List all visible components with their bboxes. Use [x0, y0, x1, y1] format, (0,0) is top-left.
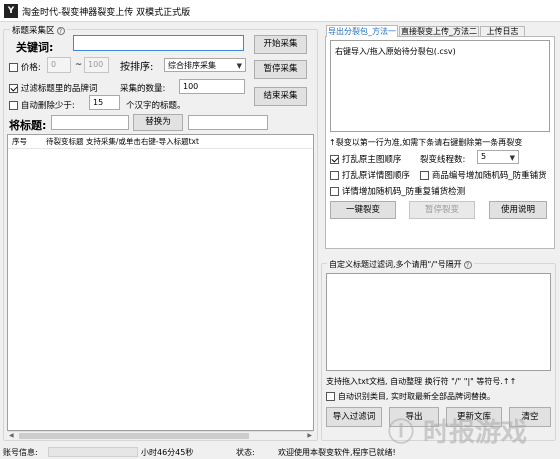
title-bar: Y 淘金时代-裂变神器裂变上传 双模式正式版	[0, 0, 560, 22]
account-info-label: 账号信息:	[3, 448, 38, 457]
item-code-random-option[interactable]: 商品编号增加随机码_防重铺货	[420, 169, 547, 181]
window-title: 淘金时代-裂变神器裂变上传 双模式正式版	[22, 8, 191, 18]
filter-words-group-title: 自定义标题过滤词,多个请用"/"号隔开	[329, 260, 462, 269]
col-title-header[interactable]: 待裂变标题 支持采集/或单击右键-导入标题txt	[46, 135, 199, 148]
auto-identify-label: 自动识别类目, 实时取最新全部品牌词替换。	[337, 392, 495, 401]
fission-count-value: 5	[481, 152, 487, 161]
filter-words-textarea[interactable]	[326, 273, 551, 371]
shuffle-main-images-label: 打乱原主图顺序	[341, 155, 402, 165]
fission-instruction: ↑裂变以第一行为准,如需下条请右键删除第一条再裂变	[329, 138, 523, 147]
price-max-input[interactable]: 100	[84, 57, 109, 73]
replace-from-input[interactable]	[51, 115, 129, 130]
csv-import-list[interactable]: 右键导入/拖入原始待分裂包(.csv)	[330, 40, 550, 132]
shuffle-main-images-option[interactable]: 打乱原主图顺序	[330, 153, 401, 165]
detail-random-code-option[interactable]: 详情增加随机码_防重复铺货检测	[330, 185, 465, 197]
detail-random-code-checkbox[interactable]	[330, 187, 339, 196]
price-checkbox[interactable]	[9, 63, 18, 72]
title-collect-group-legend: 标题采集区?	[10, 24, 67, 36]
import-filter-words-button[interactable]: 导入过滤词	[326, 407, 382, 427]
pause-collect-button[interactable]: 暂停采集	[254, 60, 307, 79]
price-separator: ~	[75, 60, 83, 70]
price-label: 价格:	[20, 63, 41, 73]
filter-brand-checkbox[interactable]	[9, 84, 18, 93]
col-index-header[interactable]: 序号	[12, 135, 27, 148]
pause-fission-button[interactable]: 暂停裂变	[409, 201, 475, 219]
sort-label: 按排序:	[120, 62, 154, 73]
title-list[interactable]: 序号 待裂变标题 支持采集/或单击右键-导入标题txt	[7, 134, 314, 431]
filter-brand-option[interactable]: 过滤标题里的品牌词	[9, 82, 97, 94]
auto-delete-input[interactable]: 15	[89, 95, 120, 110]
price-min-input[interactable]: 0	[47, 57, 71, 73]
start-collect-button[interactable]: 开始采集	[254, 35, 307, 54]
app-logo-icon: Y	[4, 4, 18, 18]
auto-delete-suffix: 个汉字的标题。	[126, 101, 186, 111]
fission-count-select[interactable]: 5 ▼	[477, 150, 519, 164]
title-list-header: 序号 待裂变标题 支持采集/或单击右键-导入标题txt	[8, 135, 313, 149]
item-code-random-checkbox[interactable]	[420, 171, 429, 180]
help-icon[interactable]: ?	[56, 26, 65, 35]
status-label: 状态:	[236, 448, 255, 457]
keyword-label: 关键词:	[16, 41, 54, 54]
item-code-random-label: 商品编号增加随机码_防重铺货	[431, 171, 547, 181]
fission-count-label: 裂变线程数:	[420, 155, 466, 165]
chevron-down-icon: ▼	[509, 154, 515, 162]
horizontal-scrollbar[interactable]: ◀ ▶	[8, 431, 313, 439]
auto-delete-option[interactable]: 自动删除少于:	[9, 99, 75, 111]
help-manual-button[interactable]: 使用说明	[489, 201, 547, 219]
stop-collect-button[interactable]: 结束采集	[254, 87, 307, 106]
one-click-fission-button[interactable]: 一键裂变	[330, 201, 396, 219]
collect-count-input[interactable]: 100	[179, 79, 245, 94]
auto-delete-checkbox[interactable]	[9, 101, 18, 110]
title-collect-group-title: 标题采集区	[12, 26, 55, 36]
shuffle-detail-images-label: 打乱原详情图顺序	[341, 171, 410, 181]
shuffle-detail-images-checkbox[interactable]	[330, 171, 339, 180]
price-filter: 价格:	[9, 61, 41, 73]
keyword-input[interactable]	[73, 35, 244, 51]
status-bar: 账号信息: 小时46分45秒 状态: 欢迎使用本裂变软件,程序已就绪!	[0, 445, 560, 459]
shuffle-detail-images-option[interactable]: 打乱原详情图顺序	[330, 169, 410, 181]
filter-brand-label: 过滤标题里的品牌词	[20, 84, 98, 94]
auto-delete-label: 自动删除少于:	[20, 101, 75, 111]
progress-bar	[48, 447, 138, 457]
tab-export-package[interactable]: 导出分裂包_方法一	[326, 25, 398, 37]
scroll-right-icon[interactable]: ▶	[307, 432, 312, 439]
csv-import-hint: 右键导入/拖入原始待分裂包(.csv)	[335, 47, 456, 56]
sort-select[interactable]: 综合排序采集 ▼	[164, 58, 246, 72]
status-text: 欢迎使用本裂变软件,程序已就绪!	[278, 448, 396, 457]
help-icon[interactable]: ?	[463, 260, 472, 269]
filter-words-group-legend: 自定义标题过滤词,多个请用"/"号隔开?	[327, 259, 474, 270]
scroll-thumb[interactable]	[19, 433, 249, 439]
scroll-left-icon[interactable]: ◀	[9, 432, 14, 439]
watermark-logo: ⓘ 时报游戏	[388, 418, 528, 448]
replace-title-label: 将标题:	[9, 119, 47, 132]
chevron-down-icon: ▼	[236, 62, 242, 70]
filter-words-hint: 支持拖入txt文档, 自动整理 换行符 "/" "|" 等符号.↑↑	[326, 377, 517, 386]
detail-random-code-label: 详情增加随机码_防重复铺货检测	[341, 187, 466, 197]
sort-select-value: 综合排序采集	[168, 61, 216, 70]
replace-button[interactable]: 替换为	[133, 114, 183, 131]
auto-identify-option[interactable]: 自动识别类目, 实时取最新全部品牌词替换。	[326, 391, 495, 402]
replace-to-input[interactable]	[188, 115, 268, 130]
elapsed-time: 小时46分45秒	[141, 448, 194, 457]
collect-count-label: 采集的数量:	[120, 84, 166, 94]
shuffle-main-images-checkbox[interactable]	[330, 155, 339, 164]
auto-identify-checkbox[interactable]	[326, 392, 335, 401]
